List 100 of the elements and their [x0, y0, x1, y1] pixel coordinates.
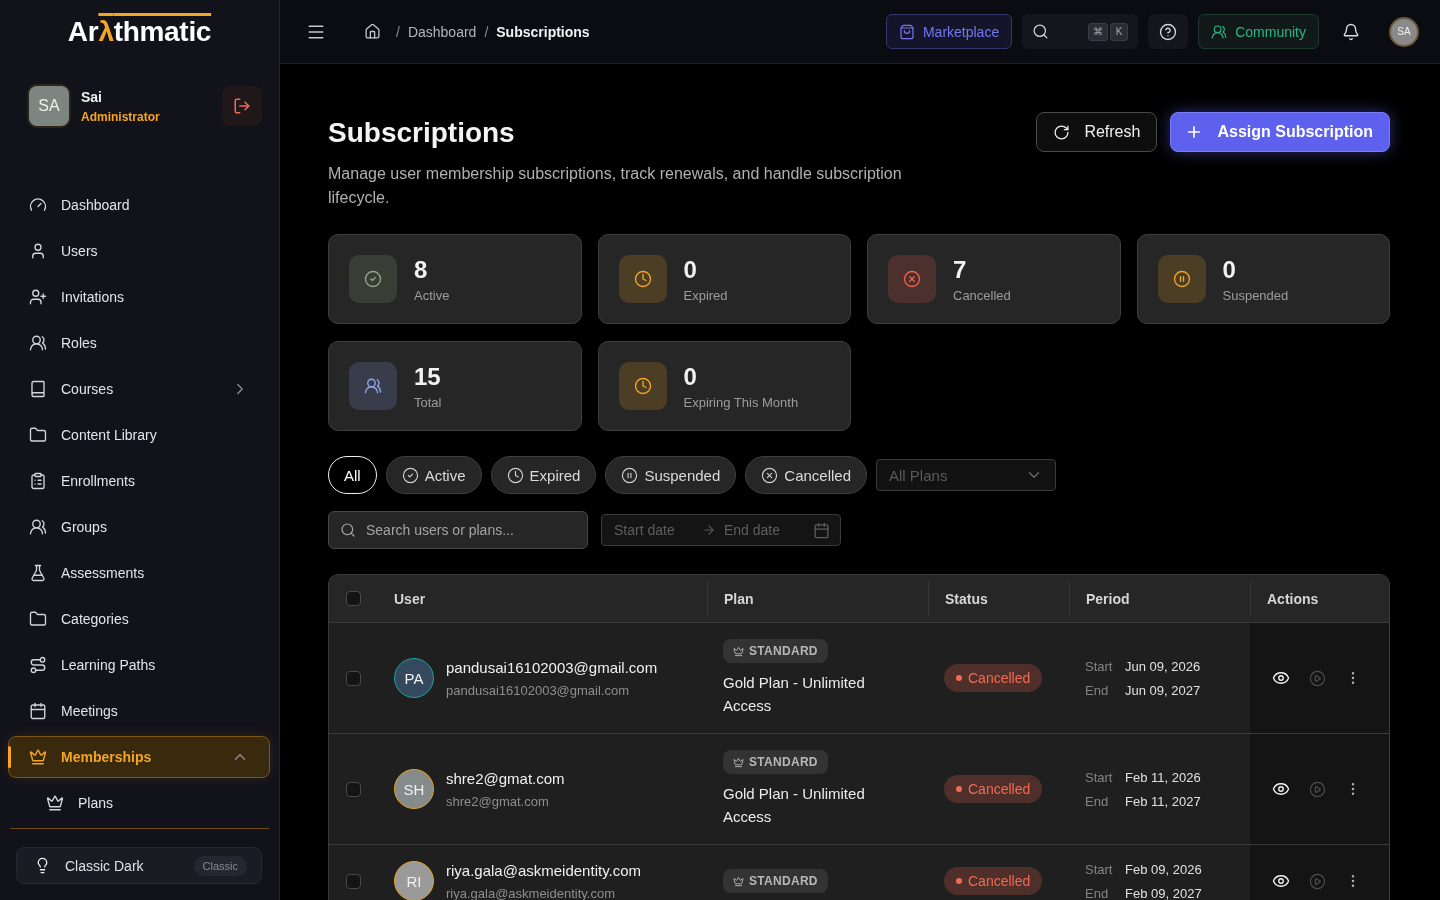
stat-value: 15 — [414, 362, 442, 391]
refresh-button[interactable]: Refresh — [1036, 112, 1158, 152]
user-email: shre2@gmat.com — [446, 793, 550, 809]
flask-icon — [29, 564, 47, 582]
filter-chip[interactable]: Active — [385, 456, 482, 494]
plan-tier-label: STANDARD — [749, 755, 818, 769]
crown-icon — [733, 756, 744, 768]
column-header: Period — [1086, 590, 1130, 607]
status-label: Cancelled — [968, 670, 1031, 686]
nav-item[interactable]: Memberships — [8, 736, 270, 778]
logo: Arλthmatic — [67, 15, 212, 49]
period-label: End — [1085, 793, 1110, 809]
plan-name: Gold Plan - Unlimited Access — [723, 784, 866, 827]
end-date-field[interactable]: End date — [724, 522, 804, 538]
plan-name: Gold Plan - Unlimited Access — [723, 673, 866, 716]
search-field[interactable]: Search users or plans... — [328, 511, 588, 549]
route-icon — [29, 656, 47, 674]
folder-icon — [29, 610, 47, 628]
shortcut-key: ⌘ — [1088, 22, 1109, 41]
column-header: Actions — [1267, 590, 1319, 607]
shortcut-key: K — [1110, 22, 1129, 41]
period-date: Feb 09, 2026 — [1125, 861, 1202, 877]
filter-chip[interactable]: All — [328, 456, 377, 494]
stat-value: 7 — [953, 255, 968, 284]
logout-icon — [233, 97, 251, 115]
assign-subscription-button[interactable]: Assign Subscription — [1170, 112, 1390, 152]
period-label: End — [1085, 885, 1110, 900]
period-label: Start — [1085, 769, 1114, 785]
nav-item[interactable]: Content Library — [8, 414, 270, 456]
community-button[interactable]: Community — [1198, 14, 1319, 49]
search-icon — [1032, 23, 1050, 40]
date-range-picker[interactable]: Start date End date — [601, 514, 841, 546]
period-date: Feb 09, 2027 — [1125, 885, 1202, 900]
column-header: Status — [945, 590, 988, 607]
checkbox[interactable] — [346, 591, 361, 606]
nav-item[interactable]: Groups — [8, 506, 270, 548]
start-date-field[interactable]: Start date — [614, 522, 694, 538]
user-role: Administrator — [81, 109, 161, 124]
marketplace-button[interactable]: Marketplace — [885, 14, 1013, 49]
nav-item[interactable]: Assessments — [8, 552, 270, 594]
user-avatar: SH — [394, 769, 434, 809]
user-name: riya.gala@askmeidentity.com — [446, 861, 642, 879]
filter-chip[interactable]: Cancelled — [745, 456, 867, 494]
nav-item[interactable]: Plans — [8, 782, 270, 824]
stat-value: 0 — [1222, 255, 1237, 284]
eye-icon — [1272, 872, 1290, 890]
breadcrumb-link[interactable]: Dashboard — [407, 23, 477, 40]
refresh-icon — [1053, 123, 1071, 141]
nav-item[interactable]: Meetings — [8, 690, 270, 732]
status-label: Cancelled — [968, 781, 1031, 797]
period-date: Jun 09, 2026 — [1125, 658, 1201, 674]
crown-icon — [29, 748, 47, 766]
eye-icon — [1272, 780, 1290, 798]
calendar-icon — [29, 702, 47, 720]
period-date: Feb 11, 2026 — [1125, 769, 1201, 785]
user-name: pandusai16102003@gmail.com — [446, 658, 658, 676]
page-title: Subscriptions — [328, 116, 516, 150]
period-label: End — [1085, 682, 1110, 698]
breadcrumb-separator: / — [484, 23, 489, 40]
help-button[interactable] — [1148, 14, 1189, 49]
nav-item[interactable]: Invitations — [8, 276, 270, 318]
theme-button[interactable]: Classic Dark Classic — [16, 847, 262, 884]
period-label: Start — [1085, 861, 1114, 877]
nav-item[interactable]: Courses — [8, 368, 270, 410]
nav-item[interactable]: Enrollments — [8, 460, 270, 502]
crown-icon — [733, 645, 744, 657]
crown-icon — [46, 794, 64, 812]
stat-label: Expired — [683, 287, 728, 303]
nav-item[interactable]: Dashboard — [8, 184, 270, 226]
column-header: Plan — [724, 590, 754, 607]
period-date: Feb 11, 2027 — [1125, 793, 1201, 809]
users-icon — [29, 518, 47, 536]
filter-chip[interactable]: Suspended — [605, 456, 737, 494]
users-icon — [29, 334, 47, 352]
checkbox[interactable] — [346, 873, 361, 889]
stat-label: Cancelled — [953, 287, 1011, 303]
filter-chip[interactable]: Expired — [490, 456, 597, 494]
nav-item[interactable]: Roles — [8, 322, 270, 364]
search-icon — [340, 522, 356, 538]
check-circle-icon — [401, 466, 419, 484]
checkbox[interactable] — [346, 781, 361, 797]
search-button[interactable]: ⌘ K — [1022, 14, 1139, 49]
stat-value: 8 — [414, 255, 429, 284]
checkbox[interactable] — [346, 670, 361, 686]
breadcrumb-link[interactable]: Subscriptions — [496, 23, 590, 40]
play-icon — [1308, 669, 1326, 687]
user-name: shre2@gmat.com — [446, 769, 565, 787]
page-description: Manage user membership subscriptions, track renewals, and handle subscription lifecycle. — [328, 164, 903, 208]
stat-label: Expiring This Month — [683, 394, 799, 410]
folder-icon — [29, 426, 47, 444]
breadcrumb-separator: / — [396, 23, 400, 40]
clock-icon — [506, 466, 524, 484]
user-email: pandusai16102003@gmail.com — [446, 682, 631, 698]
user-avatar: RI — [394, 861, 434, 900]
nav-item[interactable]: Learning Paths — [8, 644, 270, 686]
user-icon — [29, 242, 47, 260]
nav-item[interactable]: Users — [8, 230, 270, 272]
nav-item[interactable]: Categories — [8, 598, 270, 640]
logout-button[interactable] — [222, 86, 262, 126]
pause-circle-icon — [621, 466, 639, 484]
